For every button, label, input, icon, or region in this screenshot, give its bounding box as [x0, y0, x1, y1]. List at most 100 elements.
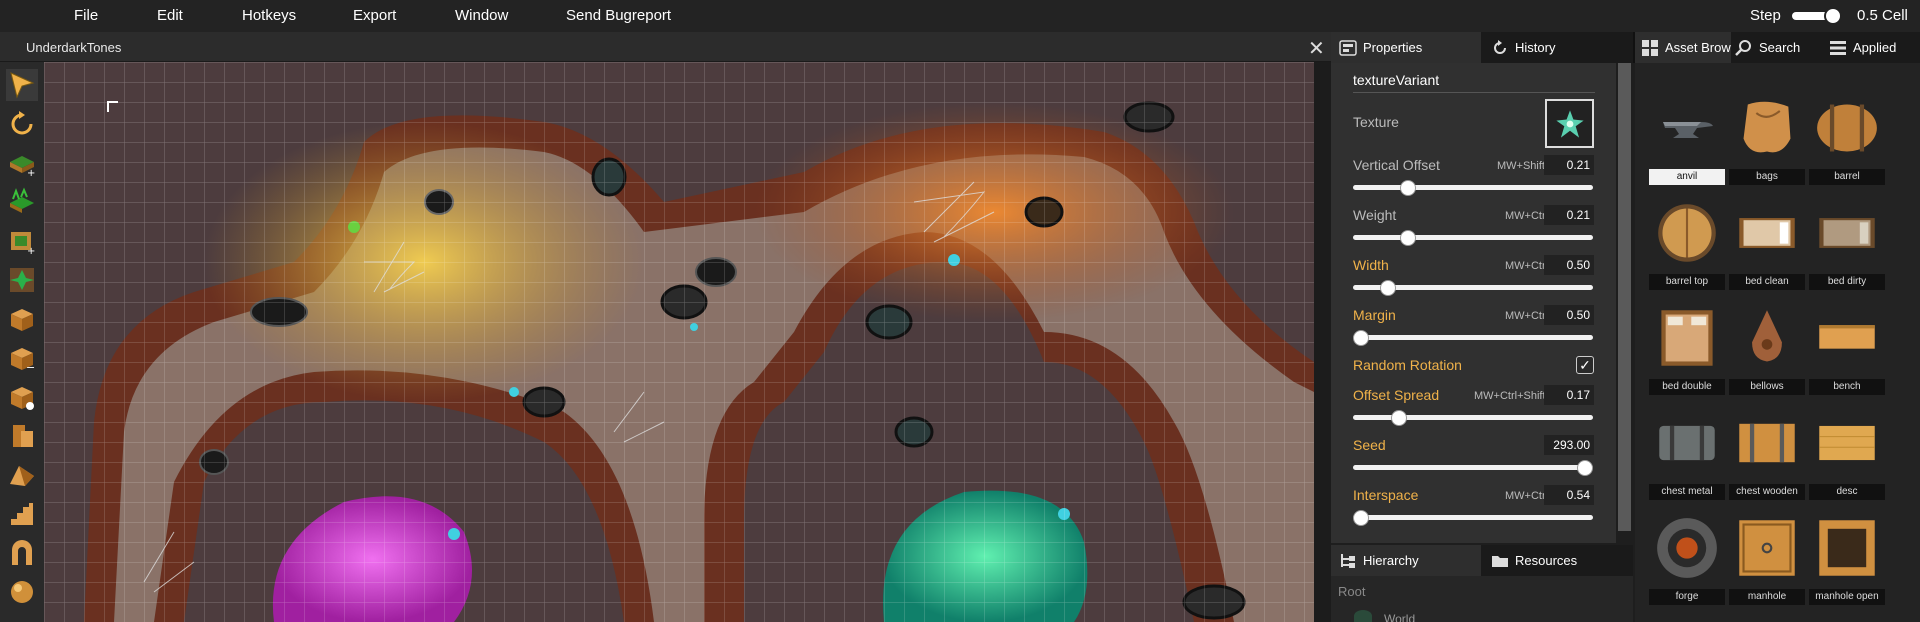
- margin-value[interactable]: 0.50: [1544, 305, 1594, 325]
- tab-history[interactable]: History: [1483, 32, 1633, 63]
- map-title: UnderdarkTones: [26, 40, 122, 55]
- asset-bed-clean[interactable]: bed clean: [1729, 198, 1805, 298]
- vertical-offset-value[interactable]: 0.21: [1544, 155, 1594, 175]
- margin-knob[interactable]: [1353, 330, 1369, 346]
- width-knob[interactable]: [1379, 280, 1396, 296]
- asset-bed-dirty[interactable]: bed dirty: [1809, 198, 1885, 298]
- offset-spread-knob[interactable]: [1391, 410, 1408, 426]
- margin-label: Margin: [1353, 307, 1396, 323]
- texture-picker[interactable]: [1545, 99, 1594, 148]
- seed-slider[interactable]: [1353, 465, 1593, 470]
- select-arrow-icon[interactable]: [6, 69, 38, 101]
- box-edit-icon[interactable]: [6, 381, 38, 413]
- asset-bags[interactable]: bags: [1729, 93, 1805, 193]
- asset-bed-double[interactable]: bed double: [1649, 303, 1725, 403]
- tab-applied[interactable]: Applied: [1825, 32, 1920, 63]
- prism-icon[interactable]: [6, 459, 38, 491]
- menu-window[interactable]: Window: [455, 7, 508, 24]
- box-remove-icon[interactable]: −: [6, 342, 38, 374]
- close-icon[interactable]: ✕: [1308, 36, 1325, 61]
- seed-knob[interactable]: [1577, 460, 1593, 476]
- rotate-icon[interactable]: [6, 108, 38, 140]
- hierarchy-root[interactable]: Root: [1338, 584, 1365, 599]
- step-slider-knob[interactable]: [1824, 7, 1842, 25]
- arch-icon[interactable]: [6, 537, 38, 569]
- hierarchy-tabbar: Hierarchy Resources: [1331, 545, 1633, 576]
- width-key: MW+Ctrl: [1505, 260, 1549, 272]
- map-scrollbar[interactable]: [1314, 62, 1331, 622]
- offset-spread-label: Offset Spread: [1353, 387, 1440, 403]
- menu-send-bugreport[interactable]: Send Bugreport: [566, 7, 671, 24]
- asset-anvil[interactable]: anvil: [1649, 93, 1725, 193]
- vertical-offset-knob[interactable]: [1400, 180, 1417, 196]
- tab-asset-browser[interactable]: Asset Brows: [1635, 32, 1731, 63]
- list-icon: [1829, 39, 1847, 57]
- folder-icon: [1491, 552, 1509, 570]
- hierarchy-panel: [1331, 576, 1633, 622]
- menu-edit[interactable]: Edit: [157, 7, 183, 24]
- tile-add-icon[interactable]: +: [6, 147, 38, 179]
- menu-file[interactable]: File: [74, 7, 98, 24]
- interspace-slider[interactable]: [1353, 515, 1593, 520]
- offset-spread-value[interactable]: 0.17: [1544, 385, 1594, 405]
- asset-label: manhole open: [1809, 589, 1885, 605]
- leaf-icon[interactable]: [6, 264, 38, 296]
- barrel-top-icon: [1652, 198, 1722, 268]
- manhole-icon: [1732, 513, 1802, 583]
- asset-barrel-top[interactable]: barrel top: [1649, 198, 1725, 298]
- grid-icon: [1641, 39, 1659, 57]
- seed-value[interactable]: 293.00: [1544, 435, 1594, 455]
- bed-double-icon: [1652, 303, 1722, 373]
- grass-add-icon[interactable]: [6, 186, 38, 218]
- properties-heading: textureVariant: [1353, 72, 1440, 88]
- asset-manhole[interactable]: manhole: [1729, 513, 1805, 613]
- hierarchy-world[interactable]: World: [1384, 612, 1415, 622]
- width-value[interactable]: 0.50: [1544, 255, 1594, 275]
- weight-slider[interactable]: [1353, 235, 1593, 240]
- sphere-icon[interactable]: [6, 576, 38, 608]
- asset-chest-metal[interactable]: chest metal: [1649, 408, 1725, 508]
- menu-export[interactable]: Export: [353, 7, 396, 24]
- bed-clean-icon: [1732, 198, 1802, 268]
- map-canvas[interactable]: [44, 62, 1314, 622]
- random-rotation-checkbox[interactable]: ✓: [1576, 356, 1594, 374]
- asset-manhole-open[interactable]: manhole open: [1809, 513, 1885, 613]
- chest-wooden-icon: [1732, 408, 1802, 478]
- bellows-icon: [1732, 303, 1802, 373]
- tab-history-label: History: [1515, 40, 1556, 55]
- tab-search[interactable]: Search: [1731, 32, 1825, 63]
- texture-label: Texture: [1353, 114, 1399, 130]
- map-artwork: [44, 62, 1314, 622]
- offset-spread-slider[interactable]: [1353, 415, 1593, 420]
- margin-slider[interactable]: [1353, 335, 1593, 340]
- interspace-knob[interactable]: [1353, 510, 1369, 526]
- asset-barrel[interactable]: barrel: [1809, 93, 1885, 193]
- asset-forge[interactable]: forge: [1649, 513, 1725, 613]
- weight-knob[interactable]: [1400, 230, 1417, 246]
- tab-search-label: Search: [1759, 40, 1801, 55]
- asset-bench[interactable]: bench: [1809, 303, 1885, 403]
- check-icon: ✓: [1579, 357, 1591, 373]
- vertical-offset-slider[interactable]: [1353, 185, 1593, 190]
- interspace-value[interactable]: 0.54: [1544, 485, 1594, 505]
- box-stack-icon[interactable]: [6, 420, 38, 452]
- interspace-key: MW+Ctrl: [1505, 490, 1549, 502]
- stairs-icon[interactable]: [6, 498, 38, 530]
- asset-desc[interactable]: desc: [1809, 408, 1885, 508]
- box-add-icon[interactable]: [6, 303, 38, 335]
- svg-text:−: −: [26, 361, 35, 373]
- properties-scroll-thumb[interactable]: [1618, 63, 1631, 531]
- tab-resources[interactable]: Resources: [1483, 545, 1633, 576]
- offset-spread-key: MW+Ctrl+Shift: [1474, 390, 1546, 402]
- vertical-offset-label: Vertical Offset: [1353, 157, 1440, 173]
- properties-tabbar: Properties History: [1331, 32, 1633, 63]
- asset-bellows[interactable]: bellows: [1729, 303, 1805, 403]
- asset-label: bags: [1729, 169, 1805, 185]
- tab-hierarchy[interactable]: Hierarchy: [1331, 545, 1481, 576]
- menu-hotkeys[interactable]: Hotkeys: [242, 7, 296, 24]
- tab-properties[interactable]: Properties: [1331, 32, 1481, 63]
- weight-value[interactable]: 0.21: [1544, 205, 1594, 225]
- heading-divider: [1353, 92, 1595, 93]
- asset-chest-wooden[interactable]: chest wooden: [1729, 408, 1805, 508]
- wall-add-icon[interactable]: +: [6, 225, 38, 257]
